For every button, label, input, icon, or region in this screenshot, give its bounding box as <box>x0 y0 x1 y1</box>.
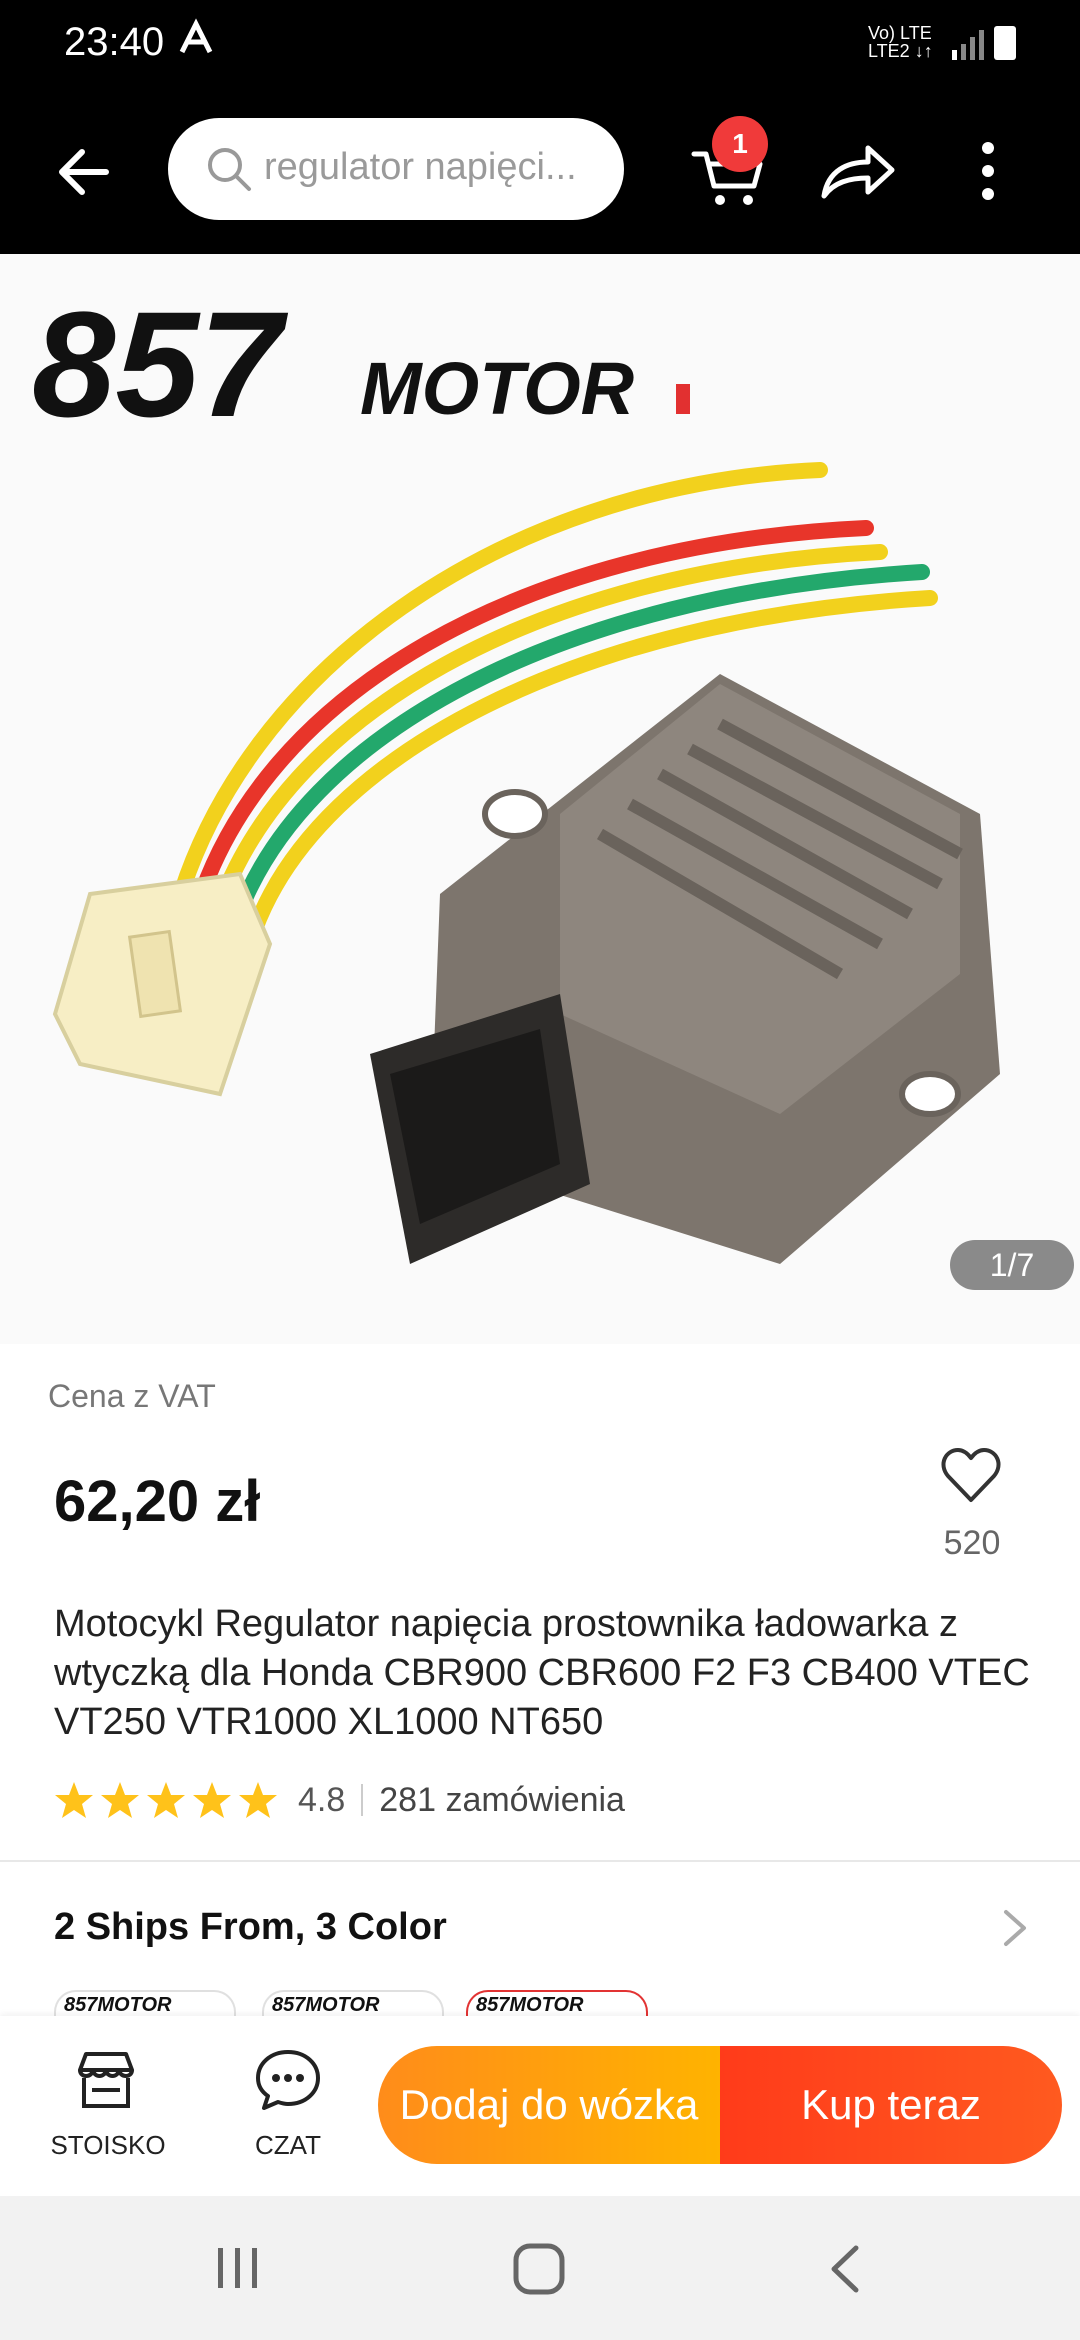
status-bar: 23:40 Vo) LTE LTE2 ↓↑ <box>0 0 1080 90</box>
buy-now-button[interactable]: Kup teraz <box>720 2046 1062 2164</box>
store-icon[interactable] <box>72 2046 140 2114</box>
wishlist-heart-icon[interactable] <box>940 1446 1002 1506</box>
rating-row[interactable]: 4.8 281 zamówienia <box>54 1780 625 1820</box>
star-icon <box>239 1782 277 1818</box>
chevron-right-icon[interactable] <box>1000 1908 1030 1948</box>
svg-text:857: 857 <box>32 280 289 448</box>
store-label[interactable]: STOISKO <box>48 2130 168 2161</box>
brand-logo: 857 MOTOR <box>32 280 690 448</box>
share-icon[interactable] <box>818 140 898 204</box>
more-vert-icon[interactable] <box>972 138 1004 204</box>
network-indicator: Vo) LTE LTE2 ↓↑ <box>868 23 933 61</box>
image-counter: 1/7 <box>950 1240 1074 1290</box>
app-notification-icon <box>179 18 213 54</box>
nav-back-icon[interactable] <box>824 2242 864 2296</box>
product-title: Motocykl Regulator napięcia prostownika … <box>54 1603 1030 1743</box>
signal-icon <box>952 30 984 60</box>
product-image-gallery[interactable]: 857 MOTOR 1/7 <box>0 254 1080 1344</box>
star-icon <box>147 1782 185 1818</box>
section-divider <box>0 1860 1080 1862</box>
svg-text:MOTOR: MOTOR <box>360 347 634 430</box>
star-icon <box>55 1782 93 1818</box>
add-to-cart-button[interactable]: Dodaj do wózka <box>378 2046 720 2164</box>
orders-count: 281 zamówienia <box>379 1780 625 1819</box>
product-image: 857 MOTOR <box>32 280 1000 1264</box>
star-icon <box>193 1782 231 1818</box>
search-icon <box>208 148 251 191</box>
chat-label[interactable]: CZAT <box>234 2130 342 2161</box>
cart-count-badge: 1 <box>712 116 768 172</box>
recent-apps-icon[interactable] <box>214 2246 262 2290</box>
search-text: regulator napięci... <box>264 146 577 188</box>
chat-icon[interactable] <box>254 2046 322 2114</box>
battery-icon <box>994 26 1016 60</box>
wishlist-count: 520 <box>943 1524 1001 1562</box>
product-price: 62,20 zł <box>54 1469 261 1534</box>
home-icon[interactable] <box>512 2242 566 2296</box>
back-arrow-icon[interactable] <box>52 140 116 204</box>
divider <box>361 1784 364 1816</box>
status-time: 23:40 <box>64 20 165 64</box>
vat-label: Cena z VAT <box>48 1378 216 1414</box>
variants-title[interactable]: 2 Ships From, 3 Color <box>54 1906 447 1949</box>
rating-value: 4.8 <box>298 1780 346 1819</box>
star-icon <box>101 1782 139 1818</box>
search-input[interactable]: regulator napięci... <box>168 118 624 220</box>
rating-stars <box>54 1780 278 1820</box>
